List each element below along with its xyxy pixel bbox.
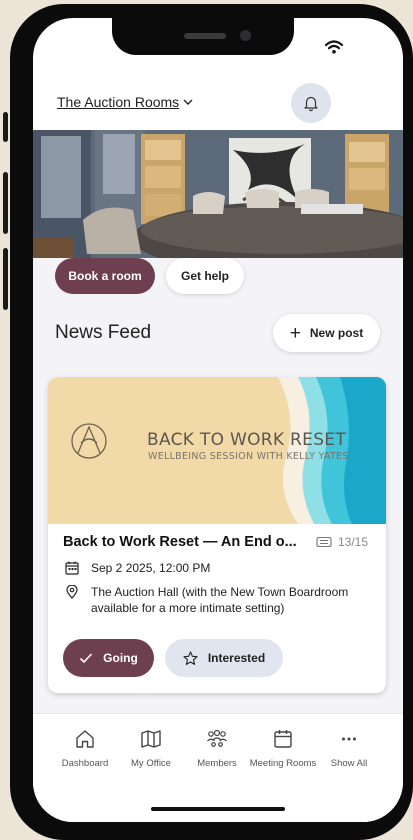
ticket-icon <box>316 536 332 548</box>
star-icon <box>183 650 198 665</box>
event-title: Back to Work Reset — An End o... <box>63 534 297 550</box>
bottom-tab-bar: Dashboard My Office Members Meeting Room… <box>33 713 403 822</box>
check-icon <box>80 653 93 664</box>
banner-subtitle: WELLBEING SESSION WITH KELLY YATES <box>148 451 349 462</box>
tab-members[interactable]: Members <box>182 728 252 769</box>
tab-meeting-rooms-label: Meeting Rooms <box>249 758 317 769</box>
attendee-count: 13/15 <box>316 535 368 549</box>
interested-button[interactable]: Interested <box>165 639 283 677</box>
news-feed-title: News Feed <box>55 322 152 343</box>
event-date: Sep 2 2025, 12:00 PM <box>91 561 211 575</box>
wifi-icon <box>325 40 343 54</box>
event-card[interactable]: BACK TO WORK RESET WELLBEING SESSION WIT… <box>48 377 386 693</box>
more-icon <box>342 737 356 741</box>
going-label: Going <box>103 651 138 665</box>
home-icon <box>76 730 94 748</box>
tab-my-office[interactable]: My Office <box>116 728 186 769</box>
plus-icon: + <box>289 322 301 344</box>
tab-dashboard[interactable]: Dashboard <box>50 728 120 769</box>
map-icon <box>141 730 161 748</box>
get-help-button[interactable]: Get help <box>166 258 244 294</box>
tab-meeting-rooms[interactable]: Meeting Rooms <box>248 728 318 769</box>
calendar-icon <box>65 561 79 575</box>
new-post-button[interactable]: + New post <box>273 314 380 352</box>
mute-switch <box>3 112 8 142</box>
interested-label: Interested <box>207 651 266 665</box>
members-icon <box>207 729 227 747</box>
quick-actions-section: Book a room Get help News Feed + New pos… <box>33 258 403 373</box>
new-post-label: New post <box>309 326 364 340</box>
front-camera <box>240 30 251 41</box>
tab-dashboard-label: Dashboard <box>61 758 109 769</box>
notch <box>112 18 294 55</box>
event-location: The Auction Hall (with the New Town Boar… <box>91 585 349 615</box>
tab-members-label: Members <box>197 758 237 769</box>
tab-show-all-label: Show All <box>330 758 368 769</box>
speaker <box>184 33 226 39</box>
book-room-button[interactable]: Book a room <box>55 258 155 294</box>
home-indicator[interactable] <box>151 807 285 811</box>
location-pin-icon <box>66 585 78 599</box>
going-button[interactable]: Going <box>63 639 154 677</box>
event-date-row: Sep 2 2025, 12:00 PM <box>65 560 210 576</box>
news-feed-list: BACK TO WORK RESET WELLBEING SESSION WIT… <box>33 373 403 713</box>
attendee-count-value: 13/15 <box>338 535 369 549</box>
event-location-row: The Auction Hall (with the New Town Boar… <box>65 584 375 616</box>
calendar-icon <box>274 730 292 748</box>
office-hero-image <box>33 130 403 260</box>
chevron-down-icon <box>183 99 193 105</box>
notifications-button[interactable] <box>291 83 331 123</box>
office-name: The Auction Rooms <box>57 94 180 110</box>
volume-up-button <box>3 172 8 234</box>
office-selector[interactable]: The Auction Rooms <box>57 94 194 110</box>
banner-title: BACK TO WORK RESET <box>147 430 347 450</box>
volume-down-button <box>3 248 8 310</box>
tab-my-office-label: My Office <box>131 758 171 769</box>
bell-icon <box>304 96 318 112</box>
app-screen: The Auction Rooms Book a room Get help N… <box>33 18 403 822</box>
tab-show-all[interactable]: Show All <box>314 728 384 769</box>
